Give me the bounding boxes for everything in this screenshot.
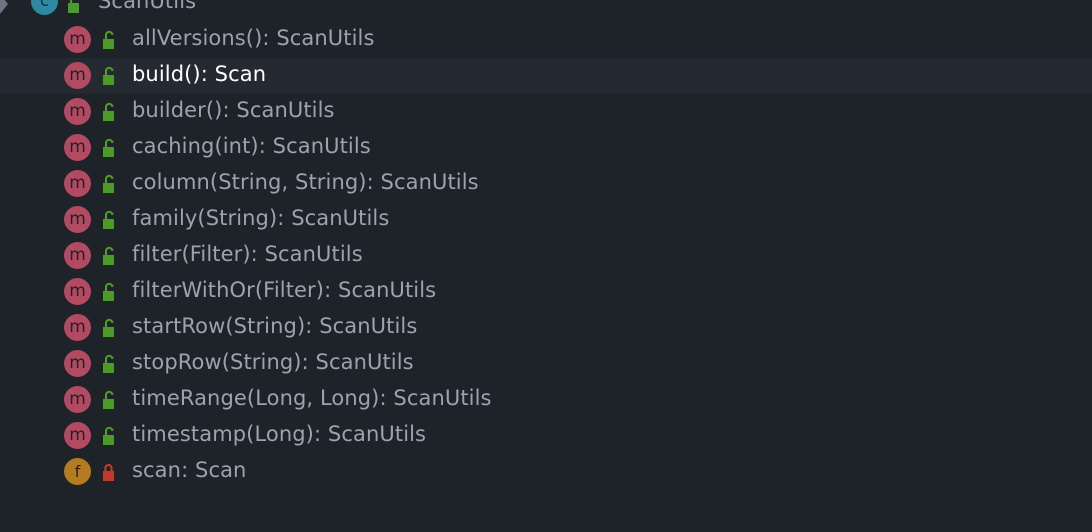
member-label: builder(): ScanUtils — [132, 98, 335, 122]
member-label: stopRow(String): ScanUtils — [132, 350, 414, 374]
method-icon: m — [64, 350, 91, 377]
tree-node-member[interactable]: m caching(int): ScanUtils — [0, 130, 1092, 166]
member-label: allVersions(): ScanUtils — [132, 26, 375, 50]
public-unlocked-icon — [103, 318, 114, 337]
tree-node-member[interactable]: m stopRow(String): ScanUtils — [0, 346, 1092, 382]
tree-node-member[interactable]: m timeRange(Long, Long): ScanUtils — [0, 382, 1092, 418]
class-label: ScanUtils — [98, 0, 197, 13]
public-unlocked-icon — [103, 66, 114, 85]
tree-node-member[interactable]: m allVersions(): ScanUtils — [0, 22, 1092, 58]
public-unlocked-icon — [103, 426, 114, 445]
method-icon: m — [64, 98, 91, 125]
method-icon: m — [64, 26, 91, 53]
tree-node-member[interactable]: m family(String): ScanUtils — [0, 202, 1092, 238]
public-unlocked-icon — [103, 174, 114, 193]
tree-node-member[interactable]: m startRow(String): ScanUtils — [0, 310, 1092, 346]
method-icon: m — [64, 242, 91, 269]
method-icon: m — [64, 314, 91, 341]
tree-node-member[interactable]: m builder(): ScanUtils — [0, 94, 1092, 130]
tree-node-class[interactable]: c ScanUtils — [0, 0, 1092, 24]
public-unlocked-icon — [68, 0, 79, 13]
tree-node-member[interactable]: m filter(Filter): ScanUtils — [0, 238, 1092, 274]
private-locked-icon — [103, 463, 114, 481]
member-label: family(String): ScanUtils — [132, 206, 390, 230]
public-unlocked-icon — [103, 354, 114, 373]
member-label: scan: Scan — [132, 458, 247, 482]
member-label: caching(int): ScanUtils — [132, 134, 371, 158]
member-label: timeRange(Long, Long): ScanUtils — [132, 386, 492, 410]
structure-tree-panel: c ScanUtils m allVersions(): ScanUtils m bu… — [0, 0, 1092, 532]
method-icon: m — [64, 386, 91, 413]
public-unlocked-icon — [103, 138, 114, 157]
member-label: filter(Filter): ScanUtils — [132, 242, 363, 266]
tree-node-member[interactable]: m build(): Scan — [0, 58, 1092, 94]
public-unlocked-icon — [103, 210, 114, 229]
public-unlocked-icon — [103, 246, 114, 265]
tree-node-member[interactable]: f scan: Scan — [0, 454, 1092, 490]
member-label: filterWithOr(Filter): ScanUtils — [132, 278, 437, 302]
public-unlocked-icon — [103, 282, 114, 301]
public-unlocked-icon — [103, 102, 114, 121]
expand-arrow-icon[interactable] — [0, 0, 10, 24]
field-icon: f — [64, 458, 91, 485]
member-label: column(String, String): ScanUtils — [132, 170, 479, 194]
method-icon: m — [64, 62, 91, 89]
tree-node-member[interactable]: m filterWithOr(Filter): ScanUtils — [0, 274, 1092, 310]
tree-node-member[interactable]: m column(String, String): ScanUtils — [0, 166, 1092, 202]
public-unlocked-icon — [103, 390, 114, 409]
member-label: build(): Scan — [132, 62, 267, 86]
class-icon: c — [31, 0, 58, 15]
member-label: timestamp(Long): ScanUtils — [132, 422, 427, 446]
public-unlocked-icon — [103, 30, 114, 49]
method-icon: m — [64, 422, 91, 449]
tree-node-member[interactable]: m timestamp(Long): ScanUtils — [0, 418, 1092, 454]
method-icon: m — [64, 170, 91, 197]
member-label: startRow(String): ScanUtils — [132, 314, 418, 338]
method-icon: m — [64, 278, 91, 305]
method-icon: m — [64, 134, 91, 161]
method-icon: m — [64, 206, 91, 233]
